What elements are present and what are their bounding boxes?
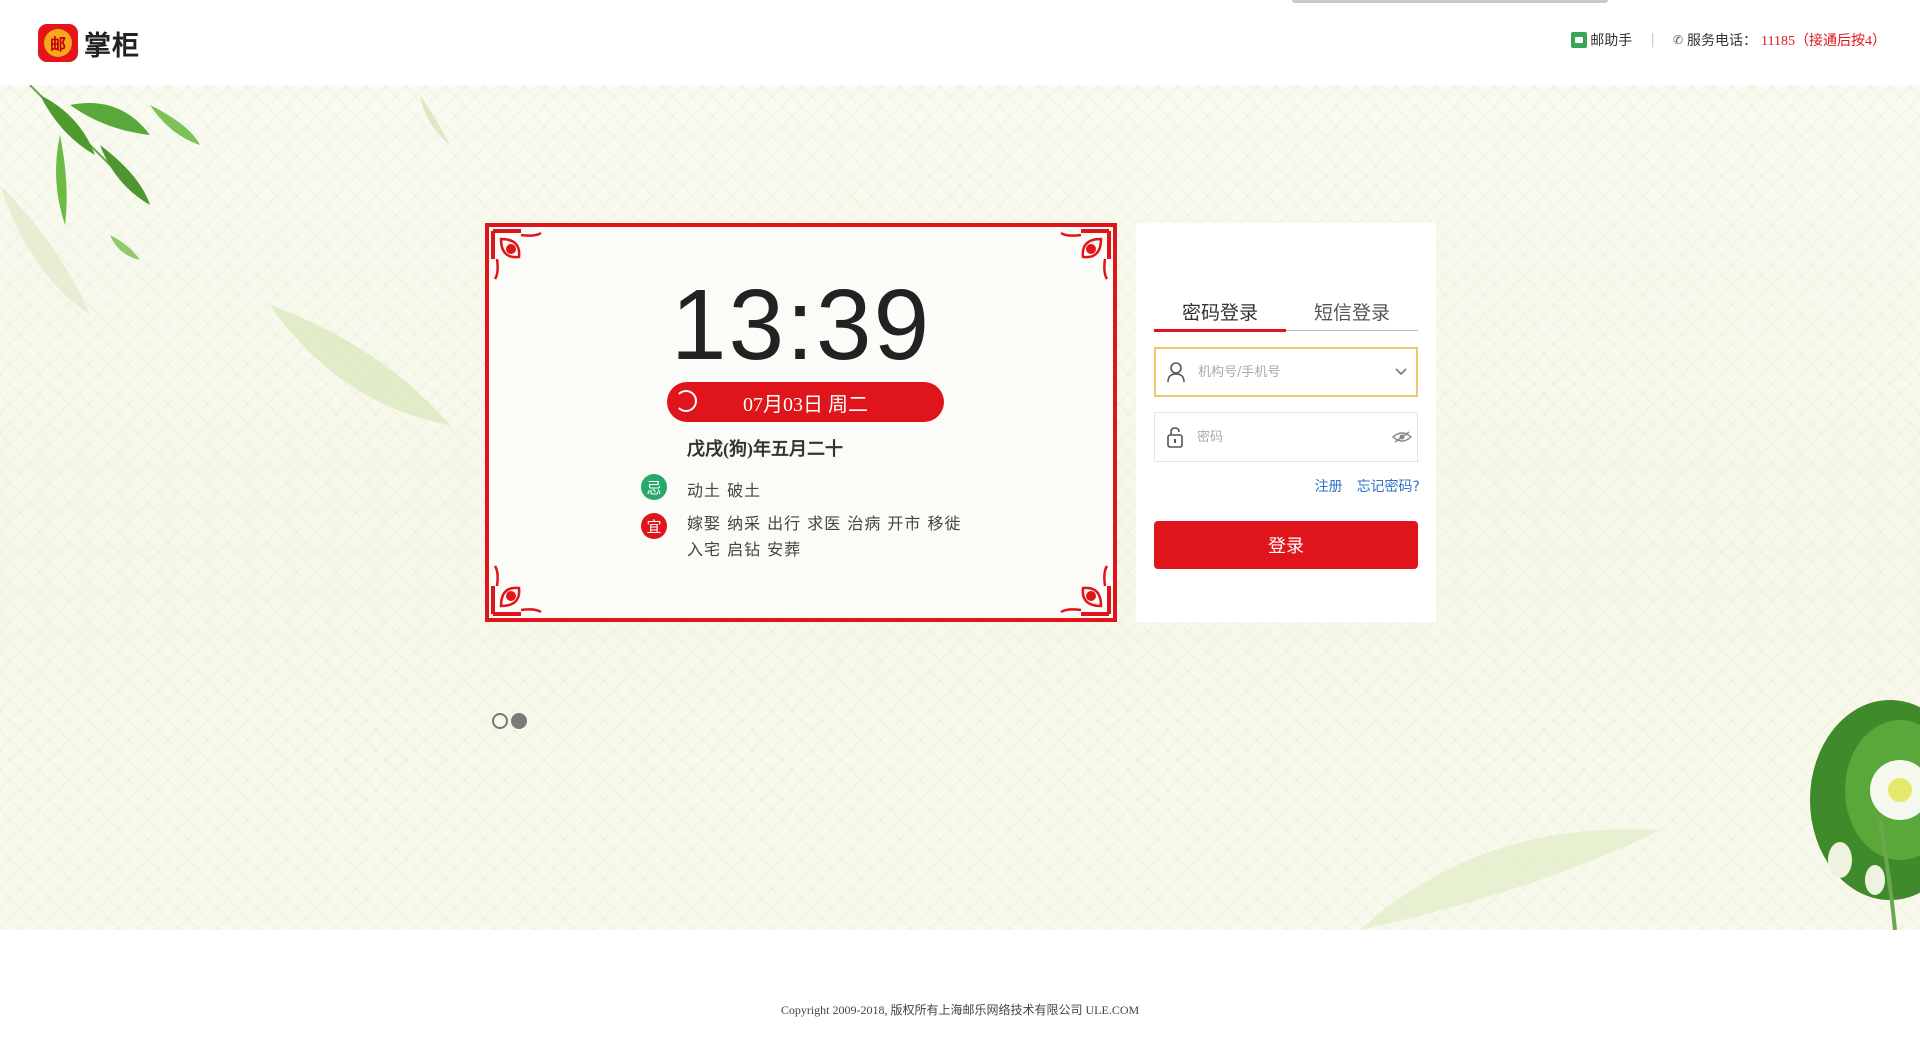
- calendar-card: 13:39 07月03日 周二 戊戌(狗)年五月二十 忌 动土 破土 宜 嫁娶 …: [485, 223, 1117, 622]
- service-label: 服务电话：: [1687, 33, 1758, 49]
- login-button[interactable]: 登录: [1154, 521, 1418, 569]
- login-links: 注册 忘记密码?: [1315, 476, 1420, 496]
- carousel-dot-2[interactable]: [511, 713, 527, 729]
- service-phone: 11185（接通后按4）: [1761, 34, 1886, 49]
- top-header: 邮 掌柜 邮助手 | ✆ 服务电话： 11185（接通后按4）: [0, 0, 1920, 85]
- corner-ornament-icon: [1060, 565, 1111, 616]
- user-icon: [1156, 361, 1196, 383]
- password-input[interactable]: [1195, 421, 1387, 453]
- logo-glyph: 邮: [44, 29, 72, 57]
- good-items-line2: 入宅 启钻 安葬: [687, 540, 802, 559]
- chevron-down-icon[interactable]: [1386, 368, 1416, 376]
- login-panel: 密码登录 短信登录 注册 忘记密码? 登录: [1136, 223, 1436, 622]
- corner-ornament-icon: [491, 565, 542, 616]
- account-field: [1154, 347, 1418, 397]
- avoid-items: 动土 破土: [687, 481, 762, 500]
- clock-time: 13:39: [670, 269, 932, 381]
- assistant-link[interactable]: 邮助手: [1590, 30, 1632, 50]
- footer-copyright: Copyright 2009-2018, 版权所有上海邮乐网络技术有限公司 UL…: [780, 1003, 1140, 1017]
- password-field: [1154, 412, 1418, 462]
- assistant-icon[interactable]: [1571, 32, 1588, 48]
- carousel-dots: [492, 713, 527, 729]
- login-tabs: 密码登录 短信登录: [1154, 298, 1418, 332]
- logo-text: 掌柜: [84, 30, 140, 62]
- date-banner: 07月03日 周二: [667, 382, 944, 422]
- lotus-decoration: [1360, 700, 1920, 930]
- header-right: 邮助手 | ✆ 服务电话： 11185（接通后按4）: [1571, 30, 1886, 50]
- carousel-dot-1[interactable]: [492, 713, 508, 729]
- avoid-badge: 忌: [641, 474, 667, 500]
- lunar-date: 戊戌(狗)年五月二十: [687, 439, 843, 459]
- tab-password-login[interactable]: 密码登录: [1154, 298, 1286, 332]
- account-input[interactable]: [1196, 356, 1386, 388]
- phone-icon: ✆: [1672, 33, 1684, 47]
- swirl-icon: [675, 390, 697, 412]
- good-badge: 宜: [641, 513, 667, 539]
- header-separator: |: [1650, 32, 1655, 48]
- forgot-password-link[interactable]: 忘记密码?: [1357, 476, 1420, 496]
- lock-icon: [1155, 426, 1195, 448]
- bamboo-leaves-decoration: [0, 85, 450, 425]
- logo[interactable]: 邮 掌柜: [38, 23, 140, 63]
- good-items-line1: 嫁娶 纳采 出行 求医 治病 开市 移徙: [687, 514, 962, 533]
- register-link[interactable]: 注册: [1315, 476, 1343, 496]
- eye-hidden-icon[interactable]: [1387, 431, 1417, 443]
- top-dropdown-edge: [1292, 0, 1608, 3]
- tab-sms-login[interactable]: 短信登录: [1286, 298, 1418, 330]
- logo-badge-icon: 邮: [38, 24, 78, 62]
- date-text: 07月03日 周二: [743, 393, 868, 416]
